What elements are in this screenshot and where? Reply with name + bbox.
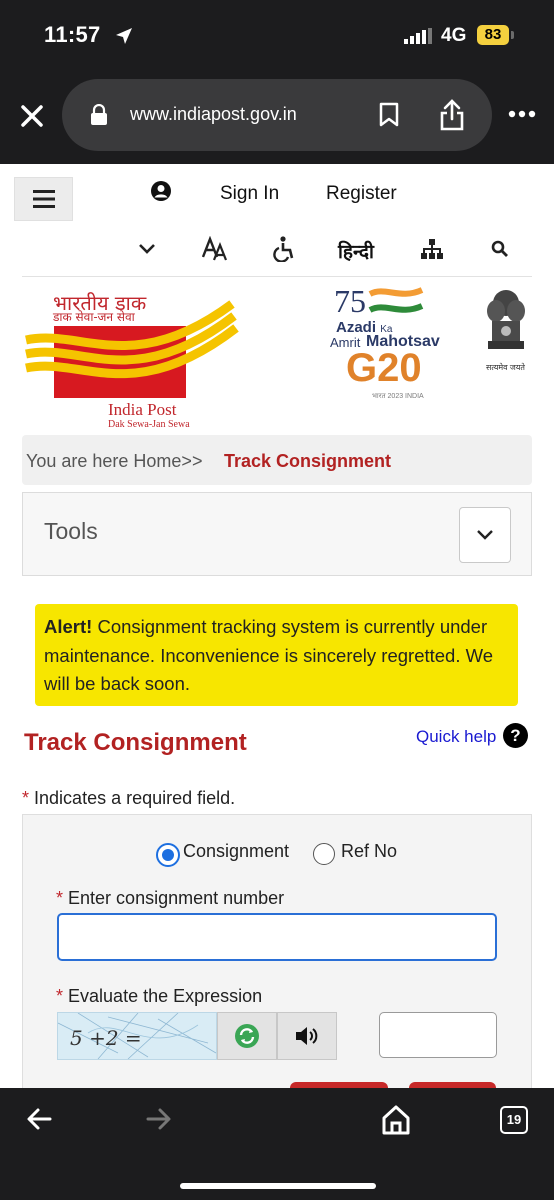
user-icon[interactable]: [150, 180, 172, 202]
menu-button[interactable]: [14, 177, 73, 221]
consignment-radio-selected-dot: [162, 849, 174, 861]
search-icon[interactable]: [491, 240, 509, 258]
refresh-icon: [235, 1024, 259, 1048]
help-icon[interactable]: ?: [503, 723, 528, 748]
consignment-number-label: * Enter consignment number: [56, 888, 285, 908]
breadcrumb-current: Track Consignment: [224, 451, 392, 471]
alert-text: Alert! Consignment tracking system is cu…: [44, 613, 502, 699]
url-text[interactable]: www.indiapost.gov.in: [130, 104, 297, 125]
forward-arrow-icon[interactable]: [146, 1107, 172, 1131]
breadcrumb-prefix[interactable]: You are here Home>>: [26, 451, 202, 472]
lock-icon: [91, 104, 107, 125]
hindi-language-link[interactable]: हिन्दी: [338, 238, 374, 264]
tools-label: Tools: [44, 518, 98, 544]
more-icon[interactable]: [508, 110, 536, 118]
alert-strong: Alert!: [44, 616, 93, 637]
signal-icon: [404, 28, 432, 44]
chevron-down-icon[interactable]: [137, 239, 157, 259]
captcha-label: * Evaluate the Expression: [56, 986, 263, 1006]
network-type: 4G: [441, 25, 467, 46]
status-time: 11:57: [44, 22, 101, 47]
captcha-expression: 5 +2 =: [70, 1026, 142, 1050]
chevron-down-icon: [477, 530, 493, 540]
g20-subtext: भारत 2023 INDIA: [372, 393, 424, 400]
battery-tip: [511, 31, 514, 39]
ref-no-radio[interactable]: [313, 843, 335, 865]
ref-no-radio-label[interactable]: Ref No: [341, 841, 397, 862]
close-icon: [21, 105, 43, 127]
home-indicator: [180, 1183, 376, 1189]
hamburger-icon: [32, 190, 55, 208]
speaker-icon: [296, 1027, 318, 1045]
india-post-name: India Post: [108, 400, 177, 419]
close-tab-button[interactable]: [14, 98, 50, 134]
font-size-icon[interactable]: [202, 236, 228, 262]
sitemap-icon[interactable]: [421, 239, 443, 259]
national-emblem-icon: [487, 290, 525, 349]
india-post-hindi-tagline: डाक सेवा-जन सेवा: [53, 310, 135, 324]
tools-toggle-button[interactable]: [459, 507, 511, 563]
battery-indicator: 83: [477, 25, 509, 45]
svg-text:75: 75: [334, 283, 366, 319]
location-arrow-icon: [116, 28, 132, 44]
accessibility-icon[interactable]: [273, 236, 295, 262]
tools-panel: [22, 492, 532, 576]
consignment-radio-label[interactable]: Consignment: [183, 841, 289, 862]
india-post-tagline: Dak Sewa-Jan Sewa: [108, 419, 190, 430]
captcha-refresh-button[interactable]: [217, 1012, 277, 1060]
captcha-answer-input[interactable]: [379, 1012, 497, 1058]
home-icon[interactable]: [381, 1104, 411, 1136]
g20-logo-text: G20: [346, 346, 422, 390]
share-icon[interactable]: [438, 98, 466, 132]
captcha-audio-button[interactable]: [277, 1012, 337, 1060]
emblem-motto: सत्यमेव जयते: [486, 363, 525, 372]
required-field-note: * Indicates a required field.: [22, 788, 236, 808]
bookmark-icon[interactable]: [378, 102, 400, 128]
alert-message: Consignment tracking system is currently…: [44, 616, 494, 694]
quick-help-link[interactable]: Quick help: [416, 727, 496, 747]
azadi-75-logo: 75: [334, 283, 424, 319]
register-link[interactable]: Register: [326, 183, 397, 205]
page-title: Track Consignment: [24, 729, 247, 756]
back-arrow-icon[interactable]: [26, 1107, 52, 1131]
tabs-button[interactable]: 19: [500, 1106, 528, 1134]
consignment-number-input[interactable]: [57, 913, 497, 961]
sign-in-link[interactable]: Sign In: [220, 183, 279, 205]
nav-divider: [22, 276, 532, 277]
